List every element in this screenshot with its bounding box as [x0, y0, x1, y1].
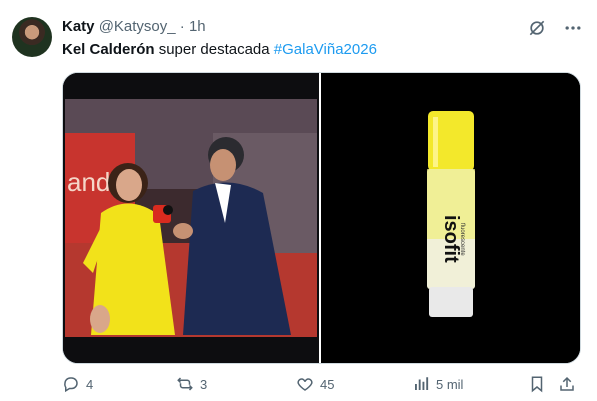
- media-photo-interview[interactable]: and: [63, 73, 319, 363]
- views-button[interactable]: 5 mil: [412, 375, 463, 393]
- tweet-media: and isofit fluorescente: [62, 72, 581, 364]
- repost-count: 3: [200, 376, 208, 392]
- grok-icon[interactable]: [527, 18, 547, 38]
- author-name[interactable]: Katy: [62, 18, 95, 35]
- product-brand: isofit: [440, 215, 462, 263]
- product-sub: fluorescente: [459, 223, 465, 256]
- tweet-text: Kel Calderón super destacada #GalaViña20…: [62, 41, 377, 58]
- highlighter-photo-illustration: isofit fluorescente: [321, 73, 580, 363]
- tweet-top-actions: [527, 18, 583, 38]
- tweet-header: Katy @Katysoy_ · 1h: [62, 18, 206, 35]
- repost-button[interactable]: 3: [176, 375, 207, 393]
- like-count: 45: [320, 376, 335, 392]
- reply-button[interactable]: 4: [62, 375, 93, 393]
- share-button[interactable]: [558, 375, 576, 393]
- tweet-text-plain: super destacada: [154, 41, 274, 58]
- views-icon: [415, 377, 429, 390]
- author-avatar[interactable]: [12, 17, 52, 57]
- interview-photo-illustration: and: [63, 73, 319, 363]
- heart-icon: [297, 378, 313, 391]
- header-separator: ·: [179, 18, 185, 35]
- bookmark-icon: [531, 376, 543, 393]
- hashtag-link[interactable]: #GalaViña2026: [274, 41, 377, 58]
- tweet-time[interactable]: 1h: [189, 18, 206, 35]
- more-options-icon[interactable]: [563, 18, 583, 38]
- views-count: 5 mil: [436, 376, 464, 392]
- reply-count: 4: [86, 376, 94, 392]
- tweet-action-bar: 4 3 45 5 mil: [62, 375, 582, 397]
- like-button[interactable]: 45: [296, 375, 334, 393]
- author-handle[interactable]: @Katysoy_: [99, 18, 176, 35]
- bookmark-button[interactable]: [528, 375, 546, 393]
- tweet-text-bold: Kel Calderón: [62, 41, 155, 58]
- svg-text:and: and: [67, 167, 110, 197]
- repost-icon: [177, 377, 193, 391]
- media-photo-highlighter[interactable]: isofit fluorescente: [321, 73, 580, 363]
- share-icon: [560, 376, 574, 391]
- reply-icon: [64, 377, 78, 393]
